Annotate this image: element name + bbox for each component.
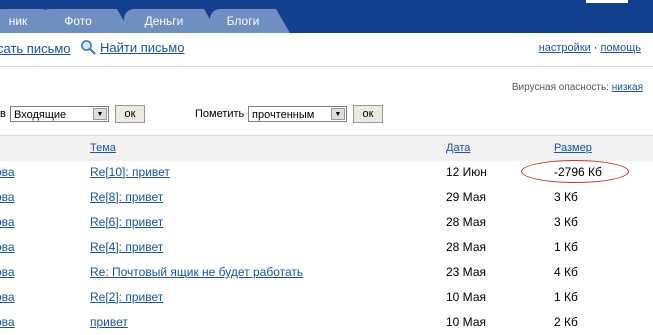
subject-link[interactable]: Re[10]: привет [90, 165, 170, 179]
subject-link[interactable]: Re[8]: привет [90, 190, 163, 204]
action-row: сать письмо Найти письмо настройки · помощ… [0, 38, 653, 60]
settings-link[interactable]: настройки [539, 42, 591, 54]
sort-subject-link[interactable]: Тема [90, 142, 116, 154]
tab-blogs[interactable]: Блоги [210, 9, 290, 33]
sort-size-link[interactable]: Размер [554, 142, 592, 154]
subject-link[interactable]: Re[4]: привет [90, 240, 163, 254]
sender-link[interactable]: ова [0, 190, 15, 204]
sender-link[interactable]: ова [0, 265, 15, 279]
subject-link[interactable]: Re[2]: привет [90, 290, 163, 304]
virus-level-link[interactable]: низкая [612, 82, 643, 93]
subject-link[interactable]: привет [90, 315, 128, 329]
date-cell: 10 Мая [446, 315, 486, 329]
top-nav-bar: ник Фото Деньги Блоги [0, 0, 653, 33]
size-cell: 4 Кб [554, 265, 578, 279]
tab-label: Фото [64, 14, 92, 28]
size-cell: 3 Кб [554, 215, 578, 229]
table-row[interactable]: ова Re[2]: привет 10 Мая 1 Кб [0, 285, 653, 310]
date-cell: 12 Июн [446, 165, 487, 179]
compose-link[interactable]: сать письмо [0, 41, 71, 56]
table-row[interactable]: ова Re[8]: привет 29 Мая 3 Кб [0, 185, 653, 210]
subject-link[interactable]: Re: Почтовый ящик не будет работать [90, 265, 303, 279]
tab-label: Блоги [226, 14, 260, 28]
mark-ok-button[interactable]: ок [353, 105, 383, 123]
table-row[interactable]: ова привет 10 Мая 2 Кб [0, 310, 653, 335]
find-mail-link[interactable]: Найти письмо [100, 40, 184, 55]
mark-select-value: прочтенным [252, 109, 315, 121]
sender-link[interactable]: ова [0, 215, 15, 229]
folder-prefix-label: в [0, 108, 6, 120]
size-cell: 2 Кб [554, 315, 578, 329]
sort-date-link[interactable]: Дата [446, 142, 470, 154]
separator: · [593, 42, 598, 54]
subject-link[interactable]: Re[6]: привет [90, 215, 163, 229]
folder-select[interactable]: Входящие ▼ [10, 106, 109, 122]
tab-photo[interactable]: Фото [39, 9, 131, 33]
folder-select-value: Входящие [14, 109, 67, 121]
sender-link[interactable]: ова [0, 165, 15, 179]
date-cell: 29 Мая [446, 190, 486, 204]
size-cell: 1 Кб [554, 240, 578, 254]
top-right-links: настройки · помощь [539, 42, 641, 54]
tab-mail[interactable]: ник [0, 9, 58, 33]
folder-ok-button[interactable]: ок [115, 105, 145, 123]
date-cell: 28 Мая [446, 215, 486, 229]
highlight-ellipse [521, 160, 629, 183]
date-cell: 23 Мая [446, 265, 486, 279]
mark-label: Пометить [195, 108, 245, 120]
dropdown-arrow-icon[interactable]: ▼ [93, 108, 107, 120]
sender-link[interactable]: ова [0, 240, 15, 254]
table-row[interactable]: ова Re[6]: привет 28 Мая 3 Кб [0, 210, 653, 235]
find-mail[interactable]: Найти письмо [80, 39, 184, 55]
virus-status: Вирусная опасность: низкая [512, 82, 643, 93]
mark-select[interactable]: прочтенным ▼ [248, 106, 347, 122]
size-cell: 3 Кб [554, 190, 578, 204]
magnifier-icon [81, 40, 96, 55]
divider [0, 66, 653, 67]
dropdown-arrow-icon[interactable]: ▼ [331, 108, 345, 120]
virus-label: Вирусная опасность: [511, 82, 609, 93]
table-row[interactable]: ова Re: Почтовый ящик не будет работать … [0, 260, 653, 285]
tab-label: ник [8, 14, 28, 28]
top-right-box [586, 0, 628, 3]
sender-link[interactable]: ова [0, 315, 15, 329]
table-row[interactable]: ова Re[4]: привет 28 Мая 1 Кб [0, 235, 653, 260]
filter-row: в Входящие ▼ ок Пометить прочтенным ▼ ок [0, 104, 653, 124]
size-cell: 1 Кб [554, 290, 578, 304]
table-header: Тема Дата Размер [0, 135, 653, 161]
tab-money[interactable]: Деньги [124, 9, 218, 33]
date-cell: 10 Мая [446, 290, 486, 304]
help-link[interactable]: помощь [600, 42, 641, 54]
sender-link[interactable]: ова [0, 290, 15, 304]
tab-label: Деньги [144, 14, 184, 28]
date-cell: 28 Мая [446, 240, 486, 254]
